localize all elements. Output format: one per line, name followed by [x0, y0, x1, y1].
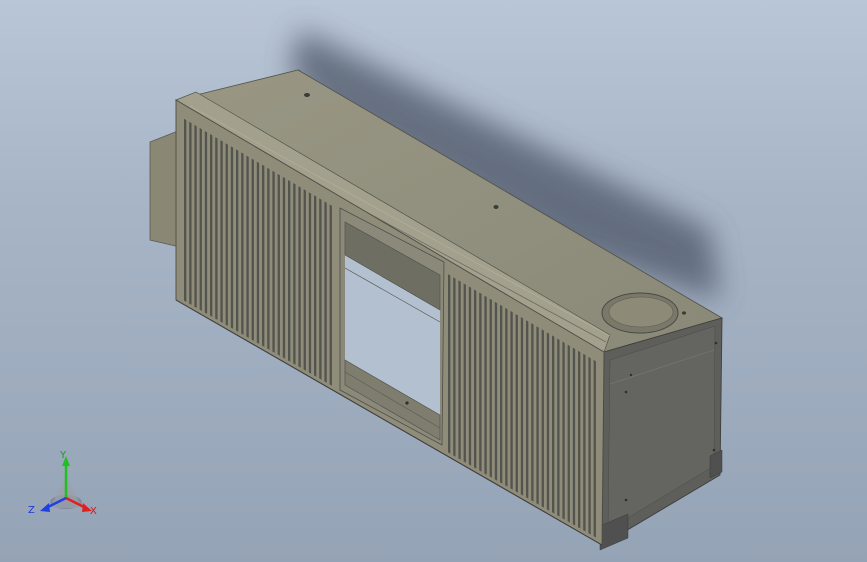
- fin: [303, 189, 306, 371]
- fin: [251, 158, 254, 341]
- left-back-box: [149, 130, 181, 248]
- fin: [277, 173, 280, 356]
- fin: [578, 350, 581, 529]
- fin: [225, 143, 228, 326]
- fin: [489, 298, 492, 478]
- fin: [215, 137, 218, 320]
- fin: [510, 310, 513, 490]
- fin: [479, 292, 482, 472]
- fin: [314, 195, 317, 377]
- fin: [505, 307, 508, 487]
- fin: [552, 335, 555, 514]
- fin: [531, 323, 534, 502]
- fin: [241, 152, 244, 335]
- fin: [199, 127, 202, 311]
- fin: [484, 295, 487, 475]
- fin: [474, 289, 477, 469]
- fin: [448, 274, 451, 454]
- fin: [557, 338, 560, 517]
- fin: [298, 186, 301, 368]
- fin: [324, 201, 327, 383]
- model-scene[interactable]: [0, 0, 867, 562]
- fin: [468, 286, 472, 466]
- fin: [293, 183, 296, 365]
- fin: [463, 283, 466, 463]
- fin: [189, 121, 192, 305]
- fin: [583, 353, 586, 532]
- fin: [282, 176, 286, 359]
- fin: [262, 164, 265, 347]
- fin: [272, 170, 275, 353]
- fin: [572, 347, 576, 526]
- z-axis-label: Z: [28, 505, 35, 516]
- fin: [541, 329, 544, 508]
- fin: [236, 149, 239, 332]
- fin: [194, 124, 197, 308]
- fin: [329, 204, 332, 386]
- fin: [458, 280, 461, 460]
- fin: [515, 313, 518, 493]
- fin: [308, 192, 312, 374]
- top-hole-3: [682, 311, 686, 315]
- fin: [593, 359, 596, 538]
- top-hole-2: [493, 205, 499, 209]
- graphics-viewport[interactable]: Y X Z: [0, 0, 867, 562]
- y-axis-label: Y: [60, 450, 67, 461]
- fin: [204, 130, 208, 314]
- fin: [288, 179, 291, 362]
- fin: [526, 320, 529, 499]
- fin: [536, 326, 539, 505]
- fin: [246, 155, 249, 338]
- fin: [520, 317, 524, 496]
- fin: [546, 332, 550, 511]
- fin: [567, 344, 570, 523]
- fin: [588, 356, 591, 535]
- fin: [319, 198, 322, 380]
- fin: [267, 167, 270, 350]
- fin: [256, 161, 260, 344]
- fin: [184, 118, 187, 302]
- fin: [494, 301, 498, 481]
- fin: [453, 277, 456, 457]
- fin: [562, 341, 565, 520]
- fin: [500, 304, 503, 484]
- fin: [220, 140, 223, 323]
- fin: [210, 134, 213, 317]
- fin: [230, 146, 234, 329]
- x-axis-label: X: [90, 506, 97, 517]
- top-hole-1: [304, 93, 310, 97]
